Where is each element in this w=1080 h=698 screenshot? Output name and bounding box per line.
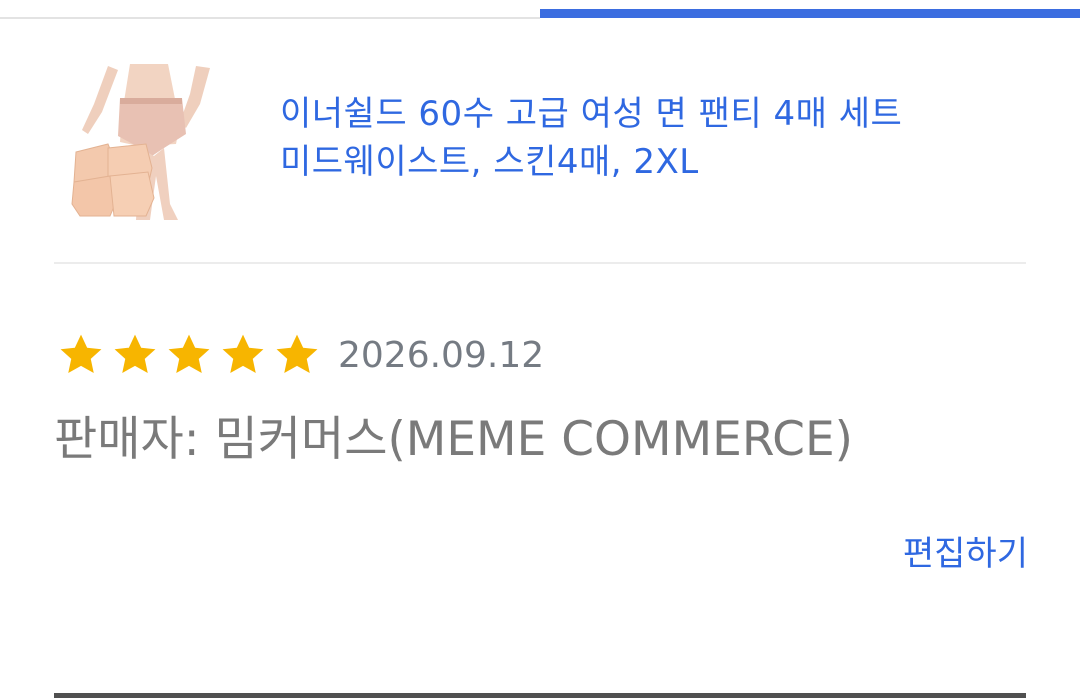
product-info[interactable]: 이너쉴드 60수 고급 여성 면 팬티 4매 세트 미드웨이스트, 스킨4매, … (0, 60, 1080, 230)
review-date: 2026.09.12 (338, 335, 545, 376)
product-title-line2: 미드웨이스트, 스킨4매, 2XL (280, 142, 699, 182)
edit-button[interactable]: 편집하기 (903, 532, 1028, 576)
seller-label: 판매자: (54, 412, 215, 467)
star-icon (60, 334, 102, 373)
product-title-line1: 이너쉴드 60수 고급 여성 면 팬티 4매 세트 (280, 94, 903, 134)
divider-bottom (54, 693, 1026, 698)
star-icon (168, 334, 210, 373)
seller-name: 밈커머스(MEME COMMERCE) (214, 412, 854, 467)
product-photo-icon[interactable] (68, 64, 218, 220)
tab-indicator-inactive (0, 17, 540, 19)
product-title[interactable]: 이너쉴드 60수 고급 여성 면 팬티 4매 세트 미드웨이스트, 스킨4매, … (280, 90, 1040, 186)
star-icon (114, 334, 156, 373)
star-rating (54, 330, 324, 380)
divider (54, 262, 1026, 264)
seller-info: 판매자: 밈커머스(MEME COMMERCE) (54, 410, 853, 470)
tab-indicator-active (540, 9, 1080, 18)
star-icon (222, 334, 264, 373)
star-icon (276, 334, 318, 373)
tab-indicator-strip (0, 0, 1080, 22)
